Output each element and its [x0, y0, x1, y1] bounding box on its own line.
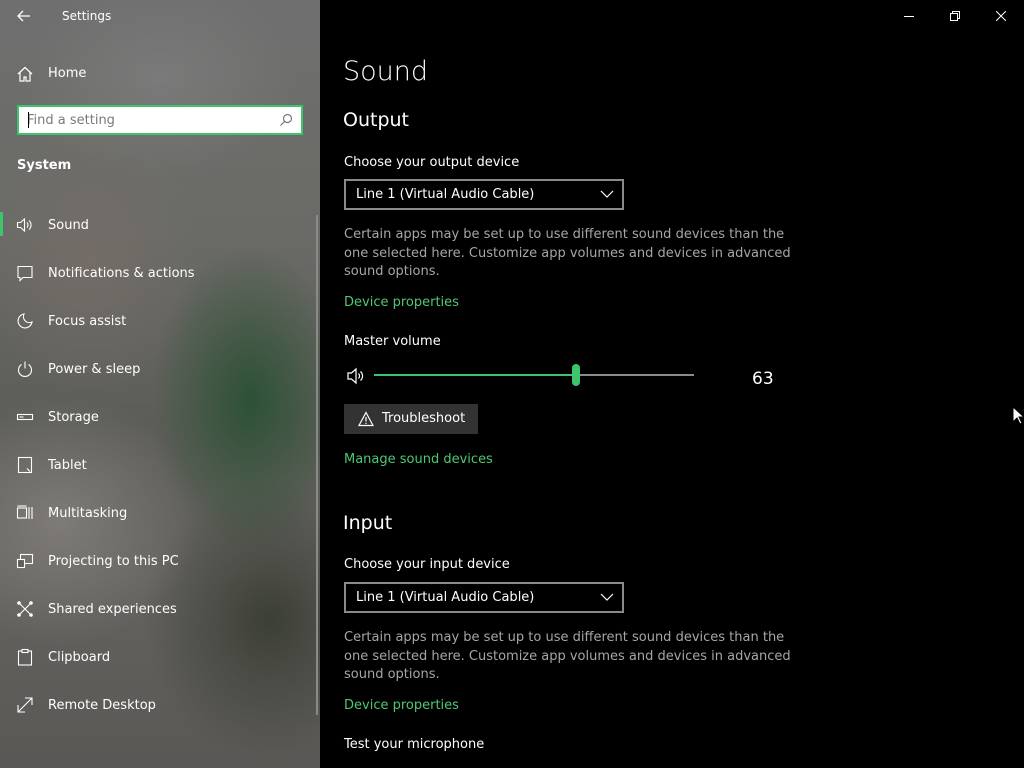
master-volume-row — [344, 364, 784, 388]
window-controls — [886, 0, 1024, 32]
output-device-label: Choose your output device — [344, 155, 520, 170]
search-icon[interactable] — [279, 113, 293, 127]
chevron-down-icon — [600, 593, 614, 601]
close-icon — [996, 11, 1006, 21]
troubleshoot-label: Troubleshoot — [382, 411, 466, 426]
test-microphone-label: Test your microphone — [344, 737, 485, 752]
slider-thumb[interactable] — [572, 364, 580, 386]
search-box[interactable] — [17, 105, 303, 135]
input-device-properties-link[interactable]: Device properties — [344, 698, 459, 713]
home-icon — [17, 66, 33, 82]
sidebar-item-shared-experiences[interactable]: Shared experiences — [0, 592, 316, 640]
sidebar-item-label: Clipboard — [48, 650, 111, 665]
sidebar-item-projecting[interactable]: Projecting to this PC — [0, 544, 316, 592]
sidebar-nav: Sound Notifications & actions Focus assi… — [0, 208, 316, 736]
page-title: Sound — [343, 56, 429, 87]
sidebar-item-sound[interactable]: Sound — [0, 208, 316, 256]
sidebar-item-label: Storage — [48, 410, 99, 425]
back-arrow-icon — [17, 10, 30, 22]
sidebar-item-remote-desktop[interactable]: Remote Desktop — [0, 688, 316, 736]
input-device-dropdown[interactable]: Line 1 (Virtual Audio Cable) — [344, 582, 624, 613]
sidebar-item-home[interactable]: Home — [0, 60, 316, 88]
restore-button[interactable] — [932, 0, 978, 32]
main-content: Sound Output Choose your output device L… — [320, 0, 1024, 768]
troubleshoot-button[interactable]: Troubleshoot — [344, 404, 478, 434]
sidebar-item-label: Tablet — [48, 458, 87, 473]
close-button[interactable] — [978, 0, 1024, 32]
sidebar-item-label: Power & sleep — [48, 362, 141, 377]
master-volume-value: 63 — [752, 369, 774, 389]
section-title: System — [17, 158, 72, 173]
sidebar-item-focus-assist[interactable]: Focus assist — [0, 304, 316, 352]
moon-icon — [17, 313, 33, 329]
power-icon — [17, 361, 33, 378]
mouse-cursor-icon — [1012, 406, 1024, 425]
speaker-icon — [16, 217, 32, 233]
input-heading: Input — [343, 512, 393, 534]
remote-desktop-icon — [17, 697, 33, 713]
sidebar-item-power-sleep[interactable]: Power & sleep — [0, 352, 316, 400]
shared-icon — [17, 601, 33, 617]
text-caret — [28, 112, 29, 128]
sidebar-item-storage[interactable]: Storage — [0, 400, 316, 448]
sidebar: Settings Home System Sound Notification — [0, 0, 320, 768]
minimize-button[interactable] — [886, 0, 932, 32]
sidebar-item-clipboard[interactable]: Clipboard — [0, 640, 316, 688]
titlebar-left: Settings — [0, 0, 320, 32]
sidebar-item-notifications[interactable]: Notifications & actions — [0, 256, 316, 304]
sidebar-item-label: Remote Desktop — [48, 698, 156, 713]
input-description: Certain apps may be set up to use differ… — [344, 630, 791, 682]
manage-sound-devices-link[interactable]: Manage sound devices — [344, 452, 493, 467]
sidebar-item-label: Projecting to this PC — [48, 554, 179, 569]
sidebar-item-label: Multitasking — [48, 506, 128, 521]
search-input[interactable] — [27, 111, 277, 129]
input-device-value: Line 1 (Virtual Audio Cable) — [356, 590, 535, 605]
back-button[interactable] — [12, 5, 36, 27]
sidebar-item-multitasking[interactable]: Multitasking — [0, 496, 316, 544]
output-device-properties-link[interactable]: Device properties — [344, 295, 459, 310]
tablet-icon — [17, 456, 33, 474]
output-device-value: Line 1 (Virtual Audio Cable) — [356, 187, 535, 202]
slider-fill — [374, 374, 576, 376]
sidebar-scrollbar[interactable] — [316, 215, 318, 715]
master-volume-slider[interactable] — [374, 364, 694, 388]
chevron-down-icon — [600, 190, 614, 198]
projecting-icon — [16, 553, 34, 569]
storage-icon — [16, 413, 34, 421]
output-heading: Output — [343, 109, 409, 131]
minimize-icon — [904, 16, 914, 17]
clipboard-icon — [17, 648, 33, 666]
sidebar-item-tablet[interactable]: Tablet — [0, 448, 316, 496]
sidebar-item-label: Sound — [48, 218, 89, 233]
master-volume-label: Master volume — [344, 334, 441, 349]
restore-icon — [950, 11, 960, 21]
input-device-label: Choose your input device — [344, 557, 510, 572]
app-title: Settings — [62, 9, 112, 23]
output-description: Certain apps may be set up to use differ… — [344, 227, 791, 279]
notification-icon — [17, 265, 33, 282]
sidebar-item-label: Home — [48, 66, 87, 81]
speaker-volume-icon[interactable] — [346, 366, 366, 386]
warning-icon — [358, 411, 374, 427]
sidebar-item-label: Focus assist — [48, 314, 127, 329]
multitasking-icon — [16, 505, 33, 519]
sidebar-item-label: Notifications & actions — [48, 266, 195, 281]
sidebar-item-label: Shared experiences — [48, 602, 177, 617]
output-device-dropdown[interactable]: Line 1 (Virtual Audio Cable) — [344, 179, 624, 210]
